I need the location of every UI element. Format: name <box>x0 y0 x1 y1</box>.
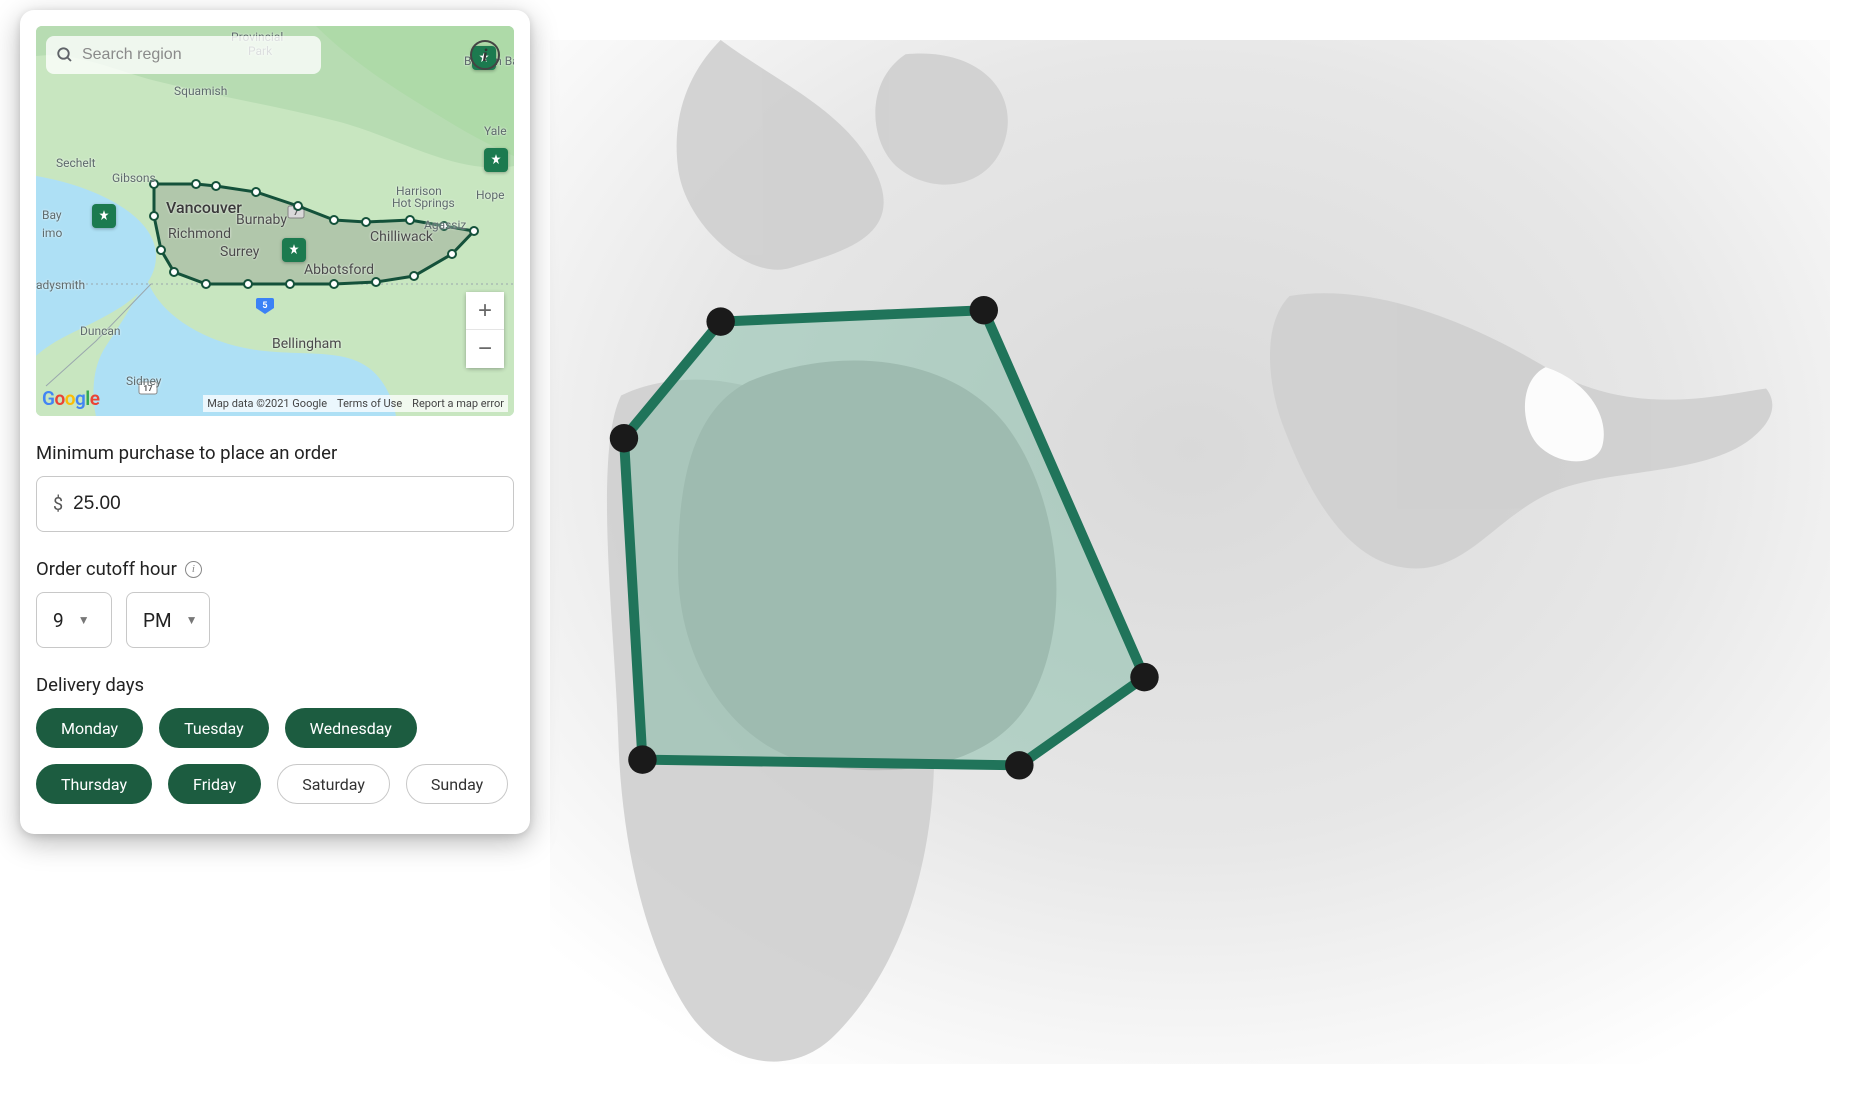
day-chip-friday[interactable]: Friday <box>168 764 261 804</box>
map-data-copyright: Map data ©2021 Google <box>207 397 327 410</box>
min-purchase-label: Minimum purchase to place an order <box>36 442 514 464</box>
polygon-vertex[interactable] <box>406 216 414 224</box>
polygon-vertex[interactable] <box>150 212 158 220</box>
polygon-vertex[interactable] <box>372 278 380 286</box>
poi-marker[interactable] <box>484 148 508 172</box>
polygon-vertex[interactable] <box>410 272 418 280</box>
map-attribution: Map data ©2021 Google Terms of Use Repor… <box>203 395 508 412</box>
delivery-days-label: Delivery days <box>36 674 514 696</box>
map-zoom-controls: + − <box>466 292 504 368</box>
cutoff-hour-label: Order cutoff hour i <box>36 558 514 580</box>
polygon-vertex[interactable] <box>192 180 200 188</box>
zoom-out-button[interactable]: − <box>466 330 504 368</box>
zoom-in-button[interactable]: + <box>466 292 504 330</box>
currency-symbol: $ <box>53 494 63 515</box>
polygon-vertex[interactable] <box>448 250 456 258</box>
day-chip-monday[interactable]: Monday <box>36 708 143 748</box>
overview-polygon-vertex[interactable] <box>706 307 734 335</box>
help-icon[interactable]: i <box>185 561 202 578</box>
polygon-vertex[interactable] <box>252 188 260 196</box>
polygon-vertex[interactable] <box>170 268 178 276</box>
overview-polygon-vertex[interactable] <box>1005 751 1033 779</box>
polygon-vertex[interactable] <box>470 227 478 235</box>
google-logo: Google <box>42 387 99 410</box>
min-purchase-field[interactable]: $ <box>36 476 514 532</box>
polygon-vertex[interactable] <box>202 280 210 288</box>
polygon-vertex[interactable] <box>294 202 302 210</box>
overview-polygon-vertex[interactable] <box>1130 663 1158 691</box>
overview-polygon-vertex[interactable] <box>628 745 656 773</box>
day-chip-wednesday[interactable]: Wednesday <box>285 708 417 748</box>
delivery-zone-settings-card: 5 7 17 ProvincialParkBoston BarSquamishS… <box>20 10 530 834</box>
polygon-vertex[interactable] <box>157 246 165 254</box>
delivery-days-chips: Monday Tuesday Wednesday Thursday Friday Satu… <box>36 708 514 804</box>
polygon-vertex[interactable] <box>286 280 294 288</box>
region-map[interactable]: 5 7 17 ProvincialParkBoston BarSquamishS… <box>36 26 514 416</box>
polygon-vertex[interactable] <box>330 280 338 288</box>
min-purchase-input[interactable] <box>73 493 497 515</box>
poi-marker[interactable] <box>282 238 306 262</box>
report-map-error-link[interactable]: Report a map error <box>412 397 504 410</box>
day-chip-sunday[interactable]: Sunday <box>406 764 508 804</box>
cutoff-period-select[interactable]: PM ▼ <box>126 592 210 648</box>
day-chip-saturday[interactable]: Saturday <box>277 764 390 804</box>
chevron-down-icon: ▼ <box>186 613 198 627</box>
region-overview-map <box>550 30 1830 1074</box>
chevron-down-icon: ▼ <box>78 613 90 627</box>
poi-marker[interactable] <box>92 204 116 228</box>
search-icon <box>56 45 74 65</box>
map-search-input[interactable] <box>82 46 311 64</box>
polygon-vertex[interactable] <box>150 180 158 188</box>
day-chip-thursday[interactable]: Thursday <box>36 764 152 804</box>
terms-link[interactable]: Terms of Use <box>337 397 402 410</box>
info-icon[interactable]: i <box>470 40 500 70</box>
polygon-vertex[interactable] <box>362 218 370 226</box>
cutoff-hour-select[interactable]: 9 ▼ <box>36 592 112 648</box>
day-chip-tuesday[interactable]: Tuesday <box>159 708 269 748</box>
polygon-vertex[interactable] <box>440 222 448 230</box>
overview-polygon-vertex[interactable] <box>970 296 998 324</box>
polygon-vertex[interactable] <box>330 216 338 224</box>
polygon-vertex[interactable] <box>244 280 252 288</box>
polygon-vertex[interactable] <box>212 182 220 190</box>
map-search[interactable] <box>46 36 321 74</box>
overview-polygon-vertex[interactable] <box>610 424 638 452</box>
